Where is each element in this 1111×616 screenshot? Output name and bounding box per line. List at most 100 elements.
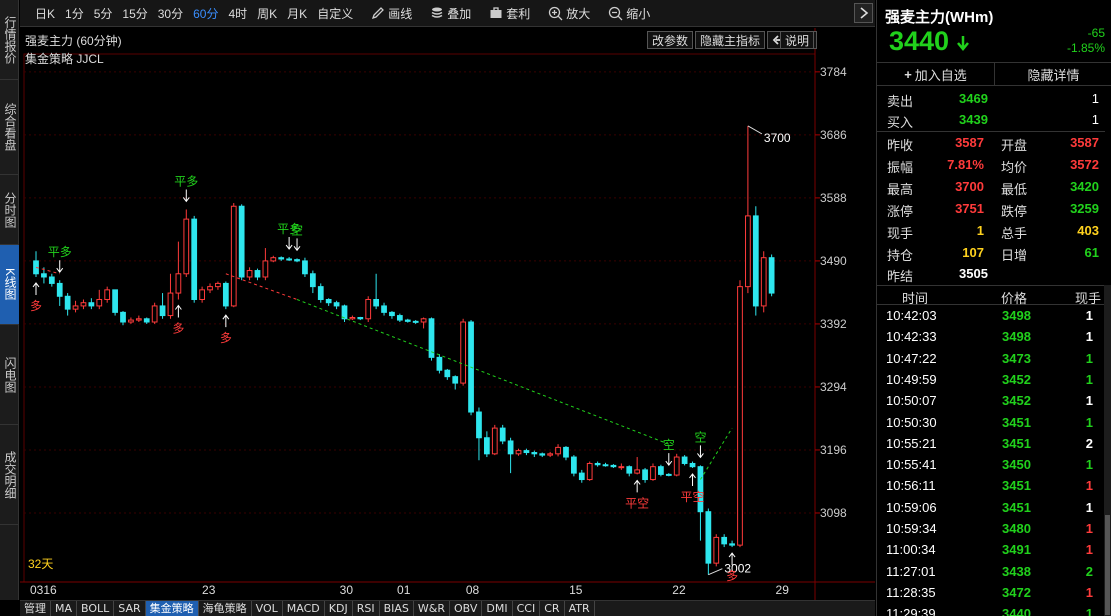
tick-volume: 1 [1085,521,1093,536]
candle-body [476,411,482,439]
tick-time: 10:42:03 [886,308,937,323]
stat-value: 61 [1084,245,1099,260]
tab-kline[interactable]: K线图 [0,245,19,325]
candle-body [64,295,71,310]
candle-body [207,286,213,291]
candle-body [309,273,316,288]
candle-body [673,456,680,476]
indicator-tab-9[interactable]: RSI [353,601,380,616]
indicator-tab-7[interactable]: MACD [283,601,325,616]
stat-row: 涨停 3751 跌停 3259 [877,198,1105,220]
tick-time: 10:56:11 [886,478,936,494]
indicator-tab-6[interactable]: VOL [252,601,283,616]
candle-body [713,536,720,564]
tab-flash-chart[interactable]: 闪电图 [0,325,19,425]
indicator-tab-1[interactable]: MA [51,601,78,616]
signal-link-line [35,266,60,275]
candle-body [41,273,47,278]
settle-value: 3505 [959,266,988,281]
arbitrage-button[interactable]: 套利 [484,5,535,22]
indicator-tab-2[interactable]: BOLL [77,601,115,616]
candle-body [547,453,554,456]
expand-panel-button[interactable] [854,3,873,23]
candle-body [48,276,55,284]
signal-label: 平空 [681,490,705,504]
ticks-header-price: 价格 [1001,291,1028,306]
stat-label: 现手 [887,226,914,241]
tab-timeshare[interactable]: 分时图 [0,175,19,245]
indicator-tab-8[interactable]: KDJ [325,601,353,616]
indicator-tab-10[interactable]: BIAS [380,601,414,616]
period-custom[interactable]: 自定义 [312,5,358,22]
candle-body [768,257,775,294]
period-day[interactable]: 日K [30,5,60,22]
tick-price: 3480 [1002,521,1031,536]
briefcase-icon [490,7,502,18]
candle-body [349,316,356,320]
tick-row: 11:28:35 3472 1 [877,583,1105,604]
overlay-button[interactable]: 叠加 [425,5,476,22]
tick-price: 3440 [1002,606,1031,616]
contract-name: 强麦主力(WHm) [885,9,994,26]
zoom-in-button[interactable]: 放大 [543,5,595,22]
period-30min[interactable]: 30分 [153,5,188,22]
candle-body [594,462,601,466]
indicator-tab-12[interactable]: OBV [450,601,483,616]
zoom-out-button[interactable]: 缩小 [603,5,655,22]
candle-body [159,305,166,317]
indicator-tab-11[interactable]: W&R [414,601,450,616]
stat-value: 1 [976,223,984,238]
stat-label: 昨收 [887,138,914,153]
draw-line-button[interactable]: 画线 [366,5,417,22]
signal-arrow [182,189,190,203]
hide-indicator-button[interactable]: 隐藏主指标 [694,31,765,49]
sell-price: 3469 [959,91,988,106]
help-button[interactable]: 说明 [780,31,815,49]
tick-time: 11:27:01 [886,563,936,579]
period-1min[interactable]: 1分 [60,5,89,22]
period-4h[interactable]: 4时 [223,5,252,22]
ticks-scrollbar[interactable] [1104,285,1111,616]
stat-value: 3420 [1070,179,1099,194]
indicator-tab-13[interactable]: DMI [482,601,513,616]
tick-row: 11:27:01 3438 2 [877,562,1105,583]
stat-label: 均价 [1001,160,1028,175]
scroll-thumb[interactable] [1105,515,1110,615]
signal-arrow [32,282,40,295]
tab-quote[interactable]: 行情报价 [0,0,19,80]
period-month[interactable]: 月K [282,5,312,22]
candle-body [365,298,372,320]
indicator-tab-14[interactable]: CCI [513,601,541,616]
indicator-tab-3[interactable]: SAR [114,601,146,616]
period-5min[interactable]: 5分 [89,5,118,22]
tab-overview[interactable]: 综合看盘 [0,80,19,175]
add-watchlist-button[interactable]: + 加入自选 [877,63,994,85]
indicator-tab-4[interactable]: 集金策略 [145,601,199,616]
indicator-tab-15[interactable]: CR [540,601,565,616]
signal-arrow [56,260,64,274]
tick-price: 3451 [1002,414,1031,430]
period-week[interactable]: 周K [252,5,282,22]
buy-label: 买入 [887,115,914,130]
indicator-tab-0[interactable]: 管理 [20,601,51,616]
period-60min[interactable]: 60分 [188,5,223,22]
candle-body [96,298,103,307]
candle-body [705,511,712,564]
signal-label: 多 [30,299,42,313]
period-15min[interactable]: 15分 [117,5,152,22]
tab-trade-detail[interactable]: 成交明细 [0,425,19,525]
stack-icon [431,7,443,18]
price-change: -65 -1.85% [1067,26,1105,56]
candle-body [665,473,672,476]
tick-volume: 1 [1085,542,1093,558]
candle-body [737,286,743,546]
candle-body [460,321,467,384]
stat-row: 最高 3700 最低 3420 [877,176,1105,198]
signal-arrow [697,445,704,459]
stat-value: 7.81% [947,157,984,172]
edit-params-button[interactable]: 改参数 [646,31,693,49]
indicator-tab-16[interactable]: ATR [565,601,595,616]
hide-detail-button[interactable]: 隐藏详情 [994,63,1111,85]
indicator-tab-5[interactable]: 海龟策略 [199,601,252,616]
kline-chart[interactable]: 3784 3686 3588 3490 3392 3294 3196 3098 0316 23 30… [20,28,875,600]
